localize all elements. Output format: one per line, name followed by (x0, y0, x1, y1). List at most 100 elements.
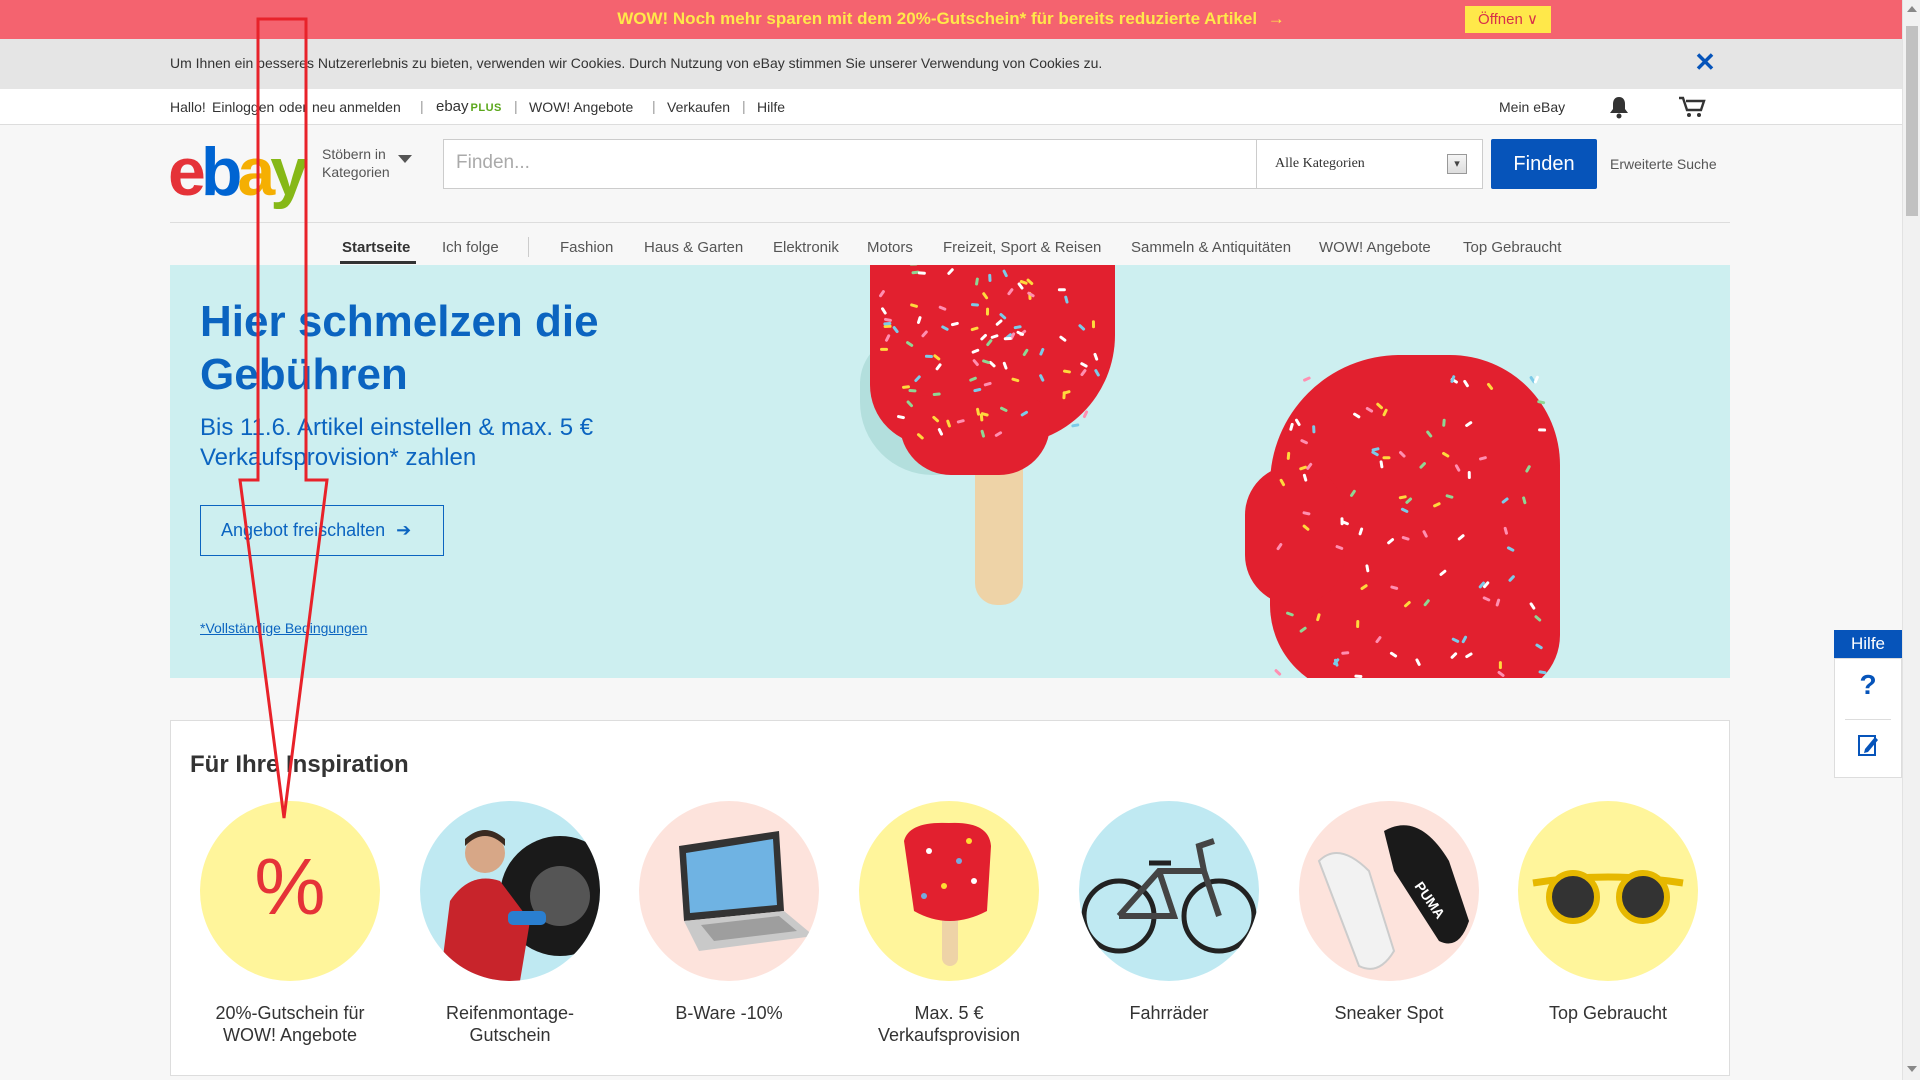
ebay-plus-link[interactable]: ebay PLUS (436, 98, 502, 115)
wow-offers-link[interactable]: WOW! Angebote (529, 99, 633, 115)
sell-link[interactable]: Verkaufen (667, 99, 730, 115)
sprinkle (999, 313, 1007, 320)
browse-line-2: Kategorien (322, 164, 390, 180)
scroll-up-arrow-icon[interactable] (1907, 6, 1917, 12)
bell-icon[interactable] (1608, 95, 1630, 122)
sprinkle (983, 381, 992, 387)
sprinkle (1013, 325, 1022, 330)
sprinkle (1529, 602, 1536, 610)
promo-message: WOW! Noch mehr sparen mit dem 20%-Gutsch… (617, 9, 1258, 28)
sprinkle (1390, 585, 1399, 590)
sprinkle (884, 317, 892, 322)
nav-item-sammeln[interactable]: Sammeln & Antiquitäten (1131, 239, 1291, 256)
sprinkle (932, 392, 941, 397)
sprinkle (973, 387, 982, 393)
sprinkle (938, 305, 947, 311)
feedback-edit-icon[interactable] (1857, 733, 1879, 757)
find-button[interactable]: Finden (1491, 139, 1597, 189)
sprinkle (1039, 374, 1045, 382)
nav-divider: | (514, 98, 518, 114)
search-input[interactable] (444, 140, 1244, 186)
help-tab[interactable]: Hilfe (1834, 630, 1902, 658)
unlock-offer-label: Angebot freischalten (221, 520, 386, 540)
sprinkle (1439, 569, 1447, 576)
sprinkle (1467, 471, 1471, 480)
sprinkle (908, 388, 917, 393)
bicycle-image (1079, 801, 1259, 981)
hero-subtitle: Bis 11.6. Artikel einstellen & max. 5 € … (200, 414, 594, 471)
nav-item-startseite[interactable]: Startseite (342, 239, 410, 256)
sprinkle (970, 326, 979, 332)
sprinkle (1011, 377, 1020, 383)
help-link[interactable]: Hilfe (757, 99, 785, 115)
sprinkle (1482, 596, 1491, 602)
unlock-offer-button[interactable]: Angebot freischalten ➔ (200, 505, 444, 556)
tile-b-ware[interactable]: B-Ware -10% (629, 801, 829, 1061)
tile-gutschein[interactable]: % 20%-Gutschein für WOW! Angebote (190, 801, 390, 1061)
sprinkle (1299, 626, 1307, 633)
sprinkle (1404, 600, 1411, 608)
sprinkle (1501, 497, 1509, 504)
sprinkle (921, 330, 928, 338)
sprinkle (1093, 352, 1099, 361)
sprinkle (1454, 464, 1461, 472)
site-header: ebay Stöbern in Kategorien Alle Kategori… (0, 125, 1902, 220)
nav-item-wow-angebote[interactable]: WOW! Angebote (1319, 239, 1431, 256)
question-icon[interactable]: ? (1835, 669, 1901, 701)
sprinkle (937, 428, 944, 436)
sprinkle (941, 325, 949, 331)
sprinkle (1000, 406, 1008, 412)
sprinkle (1375, 636, 1382, 644)
section-title: Für Ihre Inspiration (190, 751, 409, 778)
register-link[interactable]: neu anmelden (312, 99, 401, 115)
nav-item-fashion[interactable]: Fashion (560, 239, 613, 256)
sprinkle (1463, 379, 1469, 388)
tile-fahrraeder[interactable]: Fahrräder (1069, 801, 1269, 1061)
sprinkle (988, 273, 992, 282)
search-box[interactable] (443, 139, 1257, 189)
sprinkle (1276, 543, 1283, 551)
tile-verkaufsprovision[interactable]: Max. 5 € Verkaufsprovision (849, 801, 1049, 1061)
promo-banner[interactable]: WOW! Noch mehr sparen mit dem 20%-Gutsch… (0, 0, 1902, 39)
promo-text[interactable]: WOW! Noch mehr sparen mit dem 20%-Gutsch… (0, 9, 1902, 29)
category-select[interactable]: Alle Kategorien ▾ (1257, 139, 1483, 189)
sprinkle (897, 415, 905, 420)
logo-letter-b: b (200, 134, 242, 210)
percent-glyph: % (254, 842, 326, 931)
tile-top-gebraucht[interactable]: Top Gebraucht (1508, 801, 1708, 1061)
page-scrollbar[interactable] (1902, 0, 1920, 1080)
sprinkle (1078, 324, 1086, 331)
hero-banner[interactable]: Hier schmelzen die Gebühren Bis 11.6. Ar… (170, 265, 1730, 678)
help-widget[interactable]: Hilfe ? (1834, 630, 1902, 780)
nav-item-ich-folge[interactable]: Ich folge (442, 239, 499, 256)
sprinkle (1423, 599, 1430, 607)
promo-open-button[interactable]: Öffnen ∨ (1465, 6, 1551, 33)
cart-icon[interactable] (1678, 96, 1706, 121)
login-link[interactable]: Einloggen (212, 99, 274, 115)
tile-sneaker-spot[interactable]: PUMA Sneaker Spot (1289, 801, 1489, 1061)
nav-item-elektronik[interactable]: Elektronik (773, 239, 839, 256)
nav-item-top-gebraucht[interactable]: Top Gebraucht (1463, 239, 1561, 256)
sprinkle (1356, 620, 1360, 629)
browse-categories[interactable]: Stöbern in Kategorien (322, 145, 390, 181)
sprinkle (1486, 382, 1494, 390)
tile-reifenmontage[interactable]: Reifenmontage-Gutschein (410, 801, 610, 1061)
tile-label: Sneaker Spot (1334, 1003, 1444, 1023)
sprinkle (1533, 375, 1539, 384)
sprinkle (1358, 527, 1364, 536)
sprinkle (986, 339, 993, 347)
sprinkle (1354, 674, 1363, 678)
close-icon[interactable]: ✕ (1692, 49, 1718, 75)
nav-item-haus-garten[interactable]: Haus & Garten (644, 239, 743, 256)
caret-down-icon[interactable] (398, 155, 412, 163)
scrollbar-thumb[interactable] (1906, 26, 1918, 216)
my-ebay-link[interactable]: Mein eBay (1499, 99, 1565, 115)
nav-item-freizeit[interactable]: Freizeit, Sport & Reisen (943, 239, 1101, 256)
terms-link[interactable]: *Vollständige Bedingungen (200, 620, 367, 636)
dropdown-arrow-icon[interactable]: ▾ (1447, 154, 1467, 174)
nav-item-motors[interactable]: Motors (867, 239, 913, 256)
ebay-logo[interactable]: ebay (168, 133, 308, 211)
scroll-down-arrow-icon[interactable] (1907, 1066, 1917, 1072)
advanced-search-link[interactable]: Erweiterte Suche (1610, 156, 1717, 172)
tile-label: Max. 5 € Verkaufsprovision (877, 1003, 1021, 1045)
